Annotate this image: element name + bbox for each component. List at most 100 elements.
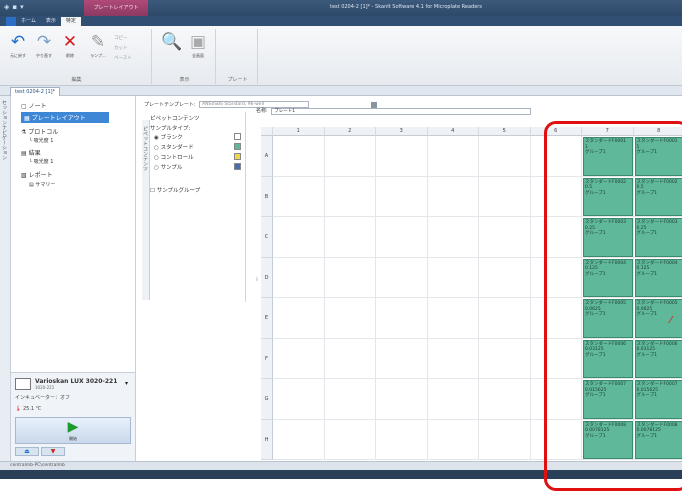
well-C6[interactable] <box>531 217 583 258</box>
well-A2[interactable] <box>325 136 377 177</box>
well-H6[interactable] <box>531 420 583 461</box>
well-D4[interactable] <box>428 258 480 299</box>
standard-well-A8[interactable]: スタンダードF00011グループ1 <box>635 137 682 176</box>
well-C5[interactable] <box>479 217 531 258</box>
well-A6[interactable] <box>531 136 583 177</box>
nav-item-results[interactable]: ▤ 結果 <box>21 148 41 157</box>
tab-file[interactable] <box>6 17 16 26</box>
standard-well-F8[interactable]: スタンダードF00060.03125グループ1 <box>635 340 682 379</box>
radio-blank[interactable]: ◉ ブランク <box>154 133 183 141</box>
well-B5[interactable] <box>479 177 531 218</box>
column-header-8[interactable]: 8 <box>634 127 682 136</box>
dropdown-icon[interactable]: ▾ <box>20 3 24 11</box>
well-A3[interactable] <box>376 136 428 177</box>
nav-item-notes[interactable]: ▢ ノート <box>21 101 47 110</box>
well-H4[interactable] <box>428 420 480 461</box>
well-F4[interactable] <box>428 339 480 380</box>
copy-button[interactable]: コピー <box>114 35 128 41</box>
tab-home[interactable]: ホーム <box>16 17 41 26</box>
row-header-C[interactable]: C <box>261 217 273 258</box>
row-header-G[interactable]: G <box>261 379 273 420</box>
radio-control[interactable]: ○ コントロール <box>154 153 194 161</box>
redo-button[interactable]: ↷ やり直す <box>32 31 56 67</box>
well-B4[interactable] <box>428 177 480 218</box>
app-icon[interactable]: ◈ <box>4 3 9 11</box>
well-G3[interactable] <box>376 379 428 420</box>
session-navigation-strip[interactable]: セッションナビゲーション <box>0 96 11 461</box>
row-header-A[interactable]: A <box>261 136 273 177</box>
well-G4[interactable] <box>428 379 480 420</box>
standard-well-C7[interactable]: スタンダードF00030.25グループ1 <box>583 218 633 257</box>
well-G5[interactable] <box>479 379 531 420</box>
standard-well-D8[interactable]: スタンダードF00040.125グループ1 <box>635 259 682 298</box>
well-F1[interactable] <box>273 339 325 380</box>
cut-button[interactable]: カット <box>114 45 128 51</box>
well-E3[interactable] <box>376 298 428 339</box>
well-D2[interactable] <box>325 258 377 299</box>
well-G2[interactable] <box>325 379 377 420</box>
well-F5[interactable] <box>479 339 531 380</box>
radio-sample[interactable]: ○ サンプル <box>154 163 182 171</box>
row-header-H[interactable]: H <box>261 420 273 461</box>
well-E5[interactable] <box>479 298 531 339</box>
standard-well-G7[interactable]: スタンダードF00070.015625グループ1 <box>583 380 633 419</box>
row-header-D[interactable]: D <box>261 258 273 299</box>
load-button[interactable]: ▼ <box>41 447 65 456</box>
fullscreen-button[interactable]: ▣ 全画面 <box>186 31 210 67</box>
tab-view[interactable]: 表示 <box>41 17 61 26</box>
column-header-1[interactable]: 1 <box>273 127 325 136</box>
well-C2[interactable] <box>325 217 377 258</box>
well-F2[interactable] <box>325 339 377 380</box>
panel-splitter-icon[interactable]: ⁞ <box>256 276 258 283</box>
well-H2[interactable] <box>325 420 377 461</box>
eject-button[interactable]: ⏏ <box>15 447 39 456</box>
well-E2[interactable] <box>325 298 377 339</box>
standard-well-H8[interactable]: スタンダードF00080.0078125グループ1 <box>635 421 682 460</box>
vertical-tab-strip[interactable]: ピペットコンテンツ <box>142 120 150 300</box>
start-button[interactable]: ▶ 開始 <box>15 417 131 444</box>
standard-well-C8[interactable]: スタンダードF00030.25グループ1 <box>635 218 682 257</box>
nav-item-summary[interactable]: ▤ サマリー <box>29 181 55 188</box>
well-D5[interactable] <box>479 258 531 299</box>
standard-well-G8[interactable]: スタンダードF00070.015625グループ1 <box>635 380 682 419</box>
well-A1[interactable] <box>273 136 325 177</box>
well-H5[interactable] <box>479 420 531 461</box>
well-C3[interactable] <box>376 217 428 258</box>
document-tab[interactable]: test 0204-2 [1]* <box>10 87 60 96</box>
nav-item-plate-layout[interactable]: ▦ プレートレイアウト <box>21 112 109 123</box>
well-F6[interactable] <box>531 339 583 380</box>
well-C1[interactable] <box>273 217 325 258</box>
preview-button[interactable]: 🔍 <box>160 31 184 67</box>
well-H1[interactable] <box>273 420 325 461</box>
standard-well-H7[interactable]: スタンダードF00080.0078125グループ1 <box>583 421 633 460</box>
standard-well-B8[interactable]: スタンダードF00020.5グループ1 <box>635 178 682 217</box>
well-E6[interactable] <box>531 298 583 339</box>
nav-item-protocol[interactable]: ⚗ プロトコル <box>21 127 58 136</box>
undo-button[interactable]: ↶ 元に戻す <box>6 31 30 67</box>
standard-well-B7[interactable]: スタンダードF00020.5グループ1 <box>583 178 633 217</box>
standard-well-A7[interactable]: スタンダードF00011グループ1 <box>583 137 633 176</box>
column-header-5[interactable]: 5 <box>479 127 531 136</box>
well-B1[interactable] <box>273 177 325 218</box>
row-header-B[interactable]: B <box>261 177 273 218</box>
well-D1[interactable] <box>273 258 325 299</box>
well-E4[interactable] <box>428 298 480 339</box>
nav-item-results-absorbance-1[interactable]: └ 吸光度 1 <box>29 158 53 165</box>
column-header-6[interactable]: 6 <box>531 127 583 136</box>
well-B6[interactable] <box>531 177 583 218</box>
column-header-3[interactable]: 3 <box>376 127 428 136</box>
paste-button[interactable]: ペースト <box>114 55 132 61</box>
standard-well-D7[interactable]: スタンダードF00040.125グループ1 <box>583 259 633 298</box>
standard-well-E8[interactable]: スタンダードF00050.0625グループ1 <box>635 299 682 338</box>
column-header-2[interactable]: 2 <box>325 127 377 136</box>
save-icon[interactable]: ▪ <box>12 3 17 11</box>
fill-button[interactable]: ✎ ランプ... <box>86 31 110 67</box>
well-D6[interactable] <box>531 258 583 299</box>
standard-well-E7[interactable]: スタンダードF00050.0625グループ1 <box>583 299 633 338</box>
well-A5[interactable] <box>479 136 531 177</box>
well-B2[interactable] <box>325 177 377 218</box>
instrument-dropdown-icon[interactable]: ▾ <box>125 380 128 387</box>
well-F3[interactable] <box>376 339 428 380</box>
well-G1[interactable] <box>273 379 325 420</box>
well-H3[interactable] <box>376 420 428 461</box>
